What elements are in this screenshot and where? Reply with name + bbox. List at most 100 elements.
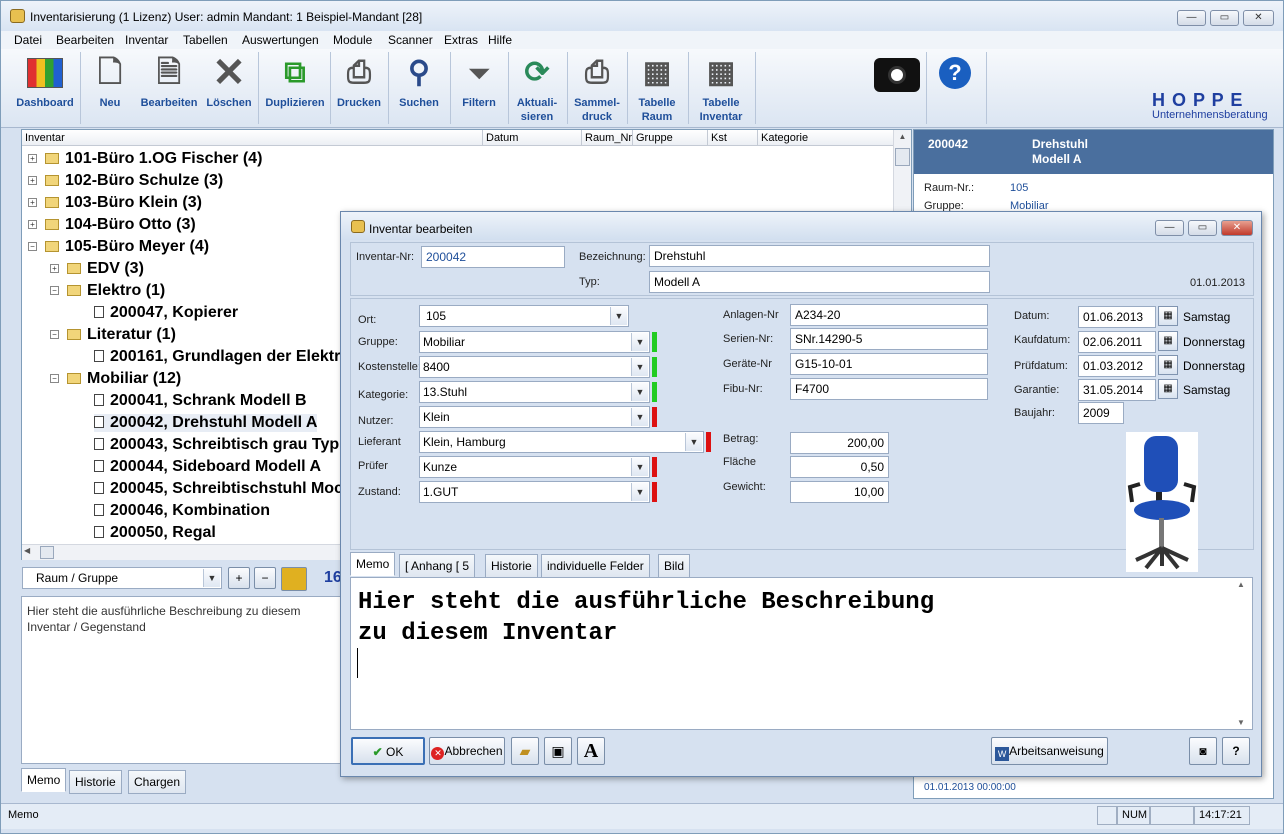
- menu-module[interactable]: Module: [333, 33, 372, 47]
- tree-node[interactable]: + EDV (3): [50, 260, 144, 278]
- collapse-icon[interactable]: −: [50, 286, 59, 295]
- calendar-icon[interactable]: ▦: [1158, 355, 1178, 375]
- expand-icon[interactable]: +: [50, 264, 59, 273]
- inventar-nr-field[interactable]: 200042: [421, 246, 565, 268]
- chevron-down-icon[interactable]: ▼: [631, 483, 648, 501]
- pruefer-select[interactable]: Kunze ▼: [419, 456, 650, 478]
- menu-bearbeiten[interactable]: Bearbeiten: [56, 33, 114, 47]
- dialog-close-button[interactable]: ✕: [1221, 220, 1253, 236]
- expand-icon[interactable]: +: [28, 176, 37, 185]
- chevron-down-icon[interactable]: ▼: [631, 333, 648, 351]
- column-datum[interactable]: Datum: [482, 130, 581, 146]
- tabelle-raum-button[interactable]: ▦ Tabelle Raum: [629, 50, 685, 126]
- serien-nr-field[interactable]: SNr.14290-5: [790, 328, 988, 350]
- betrag-field[interactable]: 200,00: [790, 432, 889, 454]
- help-button[interactable]: ?: [1222, 737, 1250, 765]
- menu-datei[interactable]: Datei: [14, 33, 42, 47]
- tree-node[interactable]: − Literatur (1): [50, 326, 176, 344]
- duplizieren-button[interactable]: ⧉ Duplizieren: [261, 50, 329, 126]
- ok-button[interactable]: ✔ OK: [351, 737, 425, 765]
- dialog-minimize-button[interactable]: —: [1155, 220, 1184, 236]
- menu-hilfe[interactable]: Hilfe: [488, 33, 512, 47]
- zustand-select[interactable]: 1.GUT ▼: [419, 481, 650, 503]
- chevron-down-icon[interactable]: ▼: [610, 307, 627, 325]
- scroll-left-icon[interactable]: ◀: [24, 546, 30, 555]
- save-button[interactable]: ▣: [544, 737, 572, 765]
- camera-button[interactable]: ◙: [1189, 737, 1217, 765]
- sammeldruck-button[interactable]: ⎙ Sammel- druck: [569, 50, 625, 126]
- flaeche-field[interactable]: 0,50: [790, 456, 889, 478]
- pruefdatum-field[interactable]: 01.03.2012: [1078, 355, 1156, 377]
- tree-node[interactable]: +104-Büro Otto (3): [28, 216, 196, 234]
- scroll-thumb[interactable]: [895, 148, 910, 166]
- chevron-down-icon[interactable]: ▼: [631, 408, 648, 426]
- hscroll-thumb[interactable]: [40, 546, 54, 559]
- abbrechen-button[interactable]: ✕ Abbrechen: [429, 737, 505, 765]
- tab-memo[interactable]: Memo: [21, 768, 67, 792]
- dialog-maximize-button[interactable]: ▭: [1188, 220, 1217, 236]
- chevron-down-icon[interactable]: ▼: [631, 358, 648, 376]
- camera-icon[interactable]: [874, 58, 920, 92]
- chevron-down-icon[interactable]: ▼: [203, 569, 220, 587]
- kaufdatum-field[interactable]: 02.06.2011: [1078, 331, 1156, 353]
- tab-anhang[interactable]: [ Anhang [ 5: [399, 554, 476, 578]
- tabelle-inventar-button[interactable]: ▦ Tabelle Inventar: [690, 50, 752, 126]
- tab-bild[interactable]: Bild: [658, 554, 691, 578]
- kostenstelle-select[interactable]: 8400 ▼: [419, 356, 650, 378]
- gewicht-field[interactable]: 10,00: [790, 481, 889, 503]
- menu-extras[interactable]: Extras: [444, 33, 478, 47]
- fibu-nr-field[interactable]: F4700: [790, 378, 988, 400]
- column-raum-nr[interactable]: Raum_Nr: [581, 130, 632, 146]
- tree-node[interactable]: − Mobiliar (12): [50, 370, 181, 388]
- gruppe-select[interactable]: Mobiliar ▼: [419, 331, 650, 353]
- scroll-up-icon[interactable]: ▲: [1233, 580, 1249, 589]
- grouping-select[interactable]: Raum / Gruppe ▼: [22, 567, 222, 589]
- tree-node[interactable]: +103-Büro Klein (3): [28, 194, 202, 212]
- chevron-down-icon[interactable]: ▼: [685, 433, 702, 451]
- dashboard-button[interactable]: Dashboard: [12, 50, 78, 126]
- kategorie-select[interactable]: 13.Stuhl ▼: [419, 381, 650, 403]
- column-gruppe[interactable]: Gruppe: [632, 130, 707, 146]
- menu-tabellen[interactable]: Tabellen: [183, 33, 228, 47]
- column-inventar[interactable]: Inventar: [22, 130, 482, 146]
- arbeitsanweisung-button[interactable]: W Arbeitsanweisung: [991, 737, 1108, 765]
- tab-historie[interactable]: Historie: [485, 554, 538, 578]
- calendar-icon[interactable]: ▦: [1158, 331, 1178, 351]
- tree-node-selected[interactable]: 200042, Drehstuhl Modell A: [94, 414, 318, 432]
- bearbeiten-button[interactable]: 🗎 Bearbeiten: [138, 50, 200, 126]
- menu-scanner[interactable]: Scanner: [388, 33, 433, 47]
- open-folder-button[interactable]: ▰: [511, 737, 539, 765]
- datum-field[interactable]: 01.06.2013: [1078, 306, 1156, 328]
- filtern-button[interactable]: ⏷ Filtern: [452, 50, 506, 126]
- collapse-icon[interactable]: −: [28, 242, 37, 251]
- aktualisieren-button[interactable]: ⟳ Aktuali- sieren: [510, 50, 564, 126]
- calendar-icon[interactable]: ▦: [1158, 306, 1178, 326]
- minimize-button[interactable]: —: [1177, 10, 1206, 26]
- calendar-icon[interactable]: ▦: [1158, 379, 1178, 399]
- tree-node[interactable]: 200050, Regal: [94, 524, 216, 542]
- tree-node[interactable]: 200043, Schreibtisch grau Typ: [94, 436, 339, 454]
- drucken-button[interactable]: ⎙ Drucken: [332, 50, 386, 126]
- bezeichnung-field[interactable]: Drehstuhl: [649, 245, 990, 267]
- close-button[interactable]: ✕: [1243, 10, 1274, 26]
- typ-field[interactable]: Modell A: [649, 271, 990, 293]
- maximize-button[interactable]: ▭: [1210, 10, 1239, 26]
- memo-scrollbar[interactable]: ▲ ▼: [1233, 580, 1249, 727]
- suchen-button[interactable]: ⚲ Suchen: [390, 50, 448, 126]
- chevron-down-icon[interactable]: ▼: [631, 383, 648, 401]
- expand-icon[interactable]: +: [28, 198, 37, 207]
- collapse-icon[interactable]: −: [50, 374, 59, 383]
- garantie-field[interactable]: 31.05.2014: [1078, 379, 1156, 401]
- help-icon[interactable]: ?: [939, 57, 971, 89]
- tree-node[interactable]: − Elektro (1): [50, 282, 165, 300]
- column-kategorie[interactable]: Kategorie: [757, 130, 893, 146]
- neu-button[interactable]: 🗋 Neu: [84, 50, 136, 126]
- scroll-up-icon[interactable]: ▲: [895, 132, 910, 146]
- collapse-all-button[interactable]: −: [254, 567, 276, 589]
- tree-node[interactable]: 200045, Schreibtischstuhl Moc: [94, 480, 343, 498]
- loeschen-button[interactable]: ✕ Löschen: [200, 50, 258, 126]
- tree-node[interactable]: 200047, Kopierer: [94, 304, 238, 322]
- tree-node[interactable]: 200161, Grundlagen der Elektr: [94, 348, 340, 366]
- tree-node[interactable]: 200044, Sideboard Modell A: [94, 458, 321, 476]
- tab-individuelle-felder[interactable]: individuelle Felder: [541, 554, 650, 578]
